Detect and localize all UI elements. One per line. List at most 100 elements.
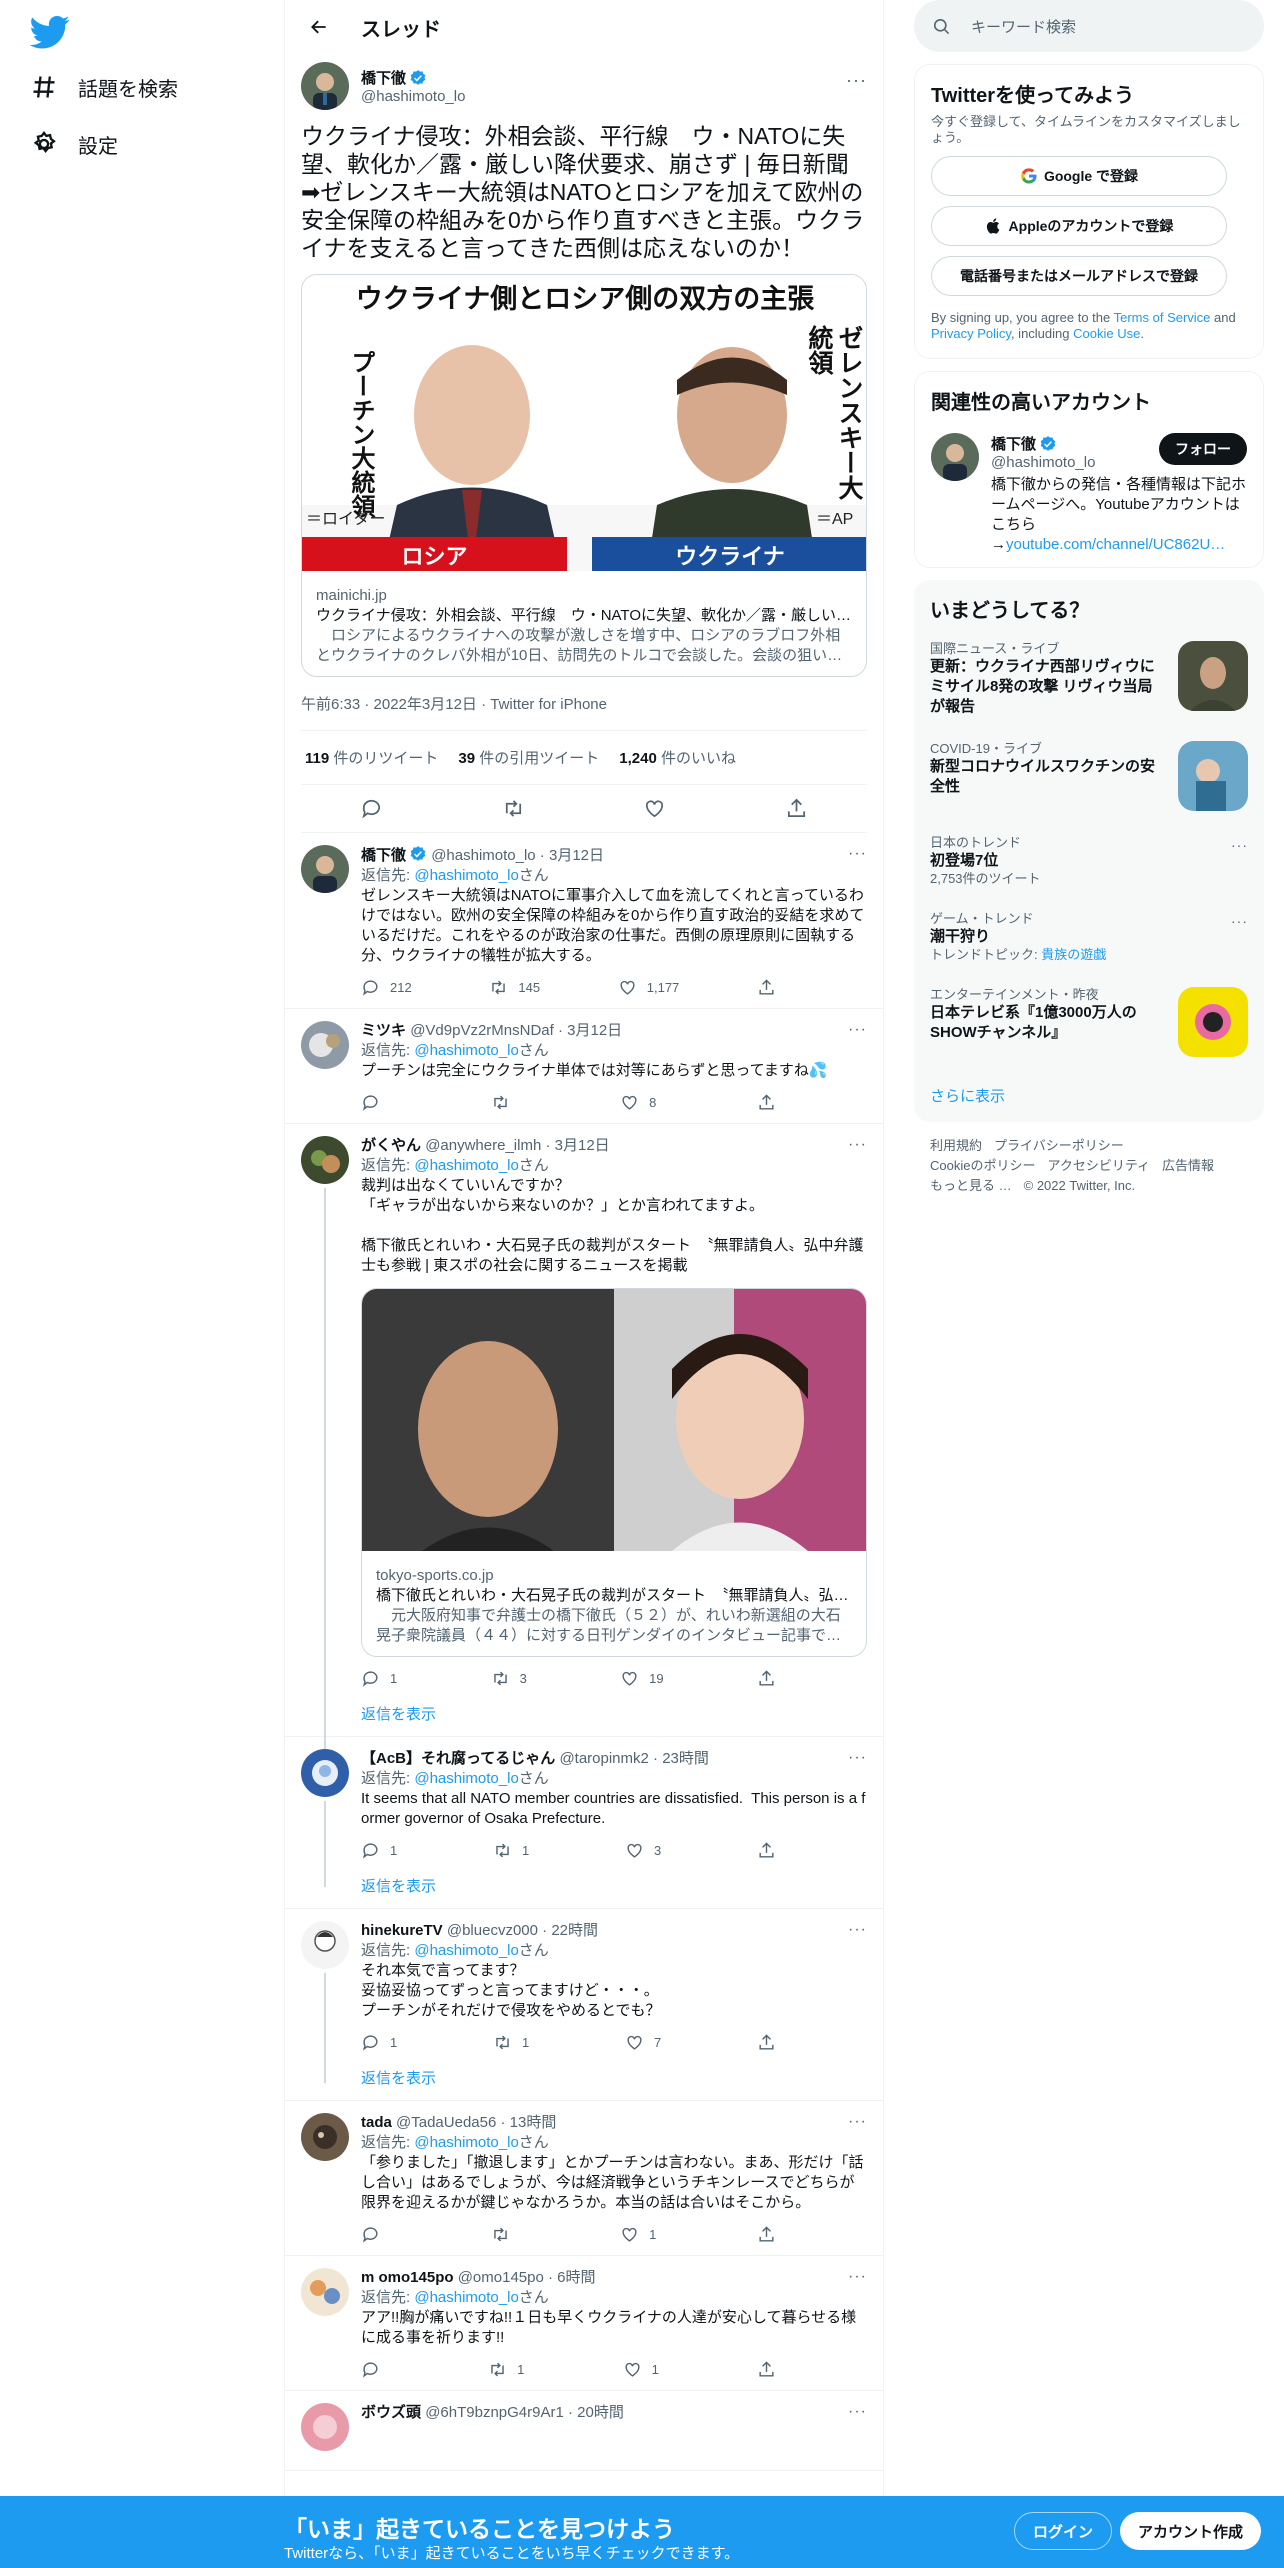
replying-to-link[interactable]: @hashimoto_lo <box>414 1942 518 1959</box>
retweet-button[interactable] <box>491 2225 520 2244</box>
reply-button[interactable]: 1 <box>361 1669 397 1688</box>
tweet-timestamp[interactable]: 午前6:33 · 2022年3月12日 · Twitter for iPhone <box>301 677 867 731</box>
show-replies-link[interactable]: 返信を表示 <box>361 2063 867 2100</box>
user-handle[interactable]: @hashimoto_lo <box>361 88 465 105</box>
avatar[interactable] <box>301 1136 349 1184</box>
avatar[interactable] <box>301 1921 349 1969</box>
retweet-button[interactable]: 145 <box>489 978 540 997</box>
cookie-use-link[interactable]: Cookie Use <box>1073 326 1140 341</box>
more-options-icon[interactable]: ··· <box>848 1921 867 1939</box>
footer-terms-link[interactable]: 利用規約 <box>930 1138 982 1153</box>
login-button[interactable]: ログイン <box>1014 2512 1113 2550</box>
reply-button[interactable] <box>361 2360 390 2379</box>
reply-button[interactable]: 212 <box>361 978 412 997</box>
like-button[interactable]: 3 <box>625 1841 661 1860</box>
share-button[interactable] <box>757 2360 786 2379</box>
avatar[interactable] <box>301 1749 349 1797</box>
related-handle[interactable]: @hashimoto_lo <box>991 454 1095 471</box>
reply-name[interactable]: 【AcB】それ腐ってるじゃん <box>361 1750 555 1767</box>
reply-name[interactable]: m omo145po <box>361 2269 454 2286</box>
retweet-icon[interactable] <box>502 797 525 820</box>
reply-icon[interactable] <box>360 797 383 820</box>
apple-signup-button[interactable]: Appleのアカウントで登録 <box>931 206 1227 246</box>
trend-item[interactable]: ゲーム・トレンド 潮干狩り トレンドトピック: 貴族の遊戯 ··· <box>914 899 1264 975</box>
reply-tweet[interactable]: m omo145po @omo145po · 6時間 返信先: @hashimo… <box>285 2256 883 2391</box>
retweet-button[interactable]: 1 <box>493 2033 529 2052</box>
replying-to-link[interactable]: @hashimoto_lo <box>414 1042 518 1059</box>
reply-tweet[interactable]: がくやん @anywhere_ilmh · 3月12日 返信先: @hashim… <box>285 1124 883 1788</box>
more-options-icon[interactable]: ··· <box>848 1136 867 1154</box>
reply-name[interactable]: tada <box>361 2114 392 2131</box>
like-button[interactable]: 7 <box>625 2033 661 2052</box>
trend-item[interactable]: 日本のトレンド 初登場7位 2,753件のツイート ··· <box>914 823 1264 899</box>
footer-cookie-link[interactable]: Cookieのポリシー <box>930 1158 1035 1173</box>
quote-count-link[interactable]: 39 件の引用ツイート <box>458 747 599 768</box>
nav-explore[interactable]: 話題を検索 <box>30 64 178 110</box>
reply-handle[interactable]: @taropinmk2 <box>559 1750 648 1767</box>
more-options-icon[interactable]: ··· <box>1231 837 1248 853</box>
reply-tweet[interactable]: hinekureTV @bluecvz000 · 22時間 返信先: @hash… <box>285 1909 883 2101</box>
more-options-icon[interactable]: ··· <box>846 70 867 91</box>
trend-item[interactable]: COVID-19・ライブ 新型コロナウイルスワクチンの安全性 <box>914 729 1264 823</box>
avatar[interactable] <box>301 62 349 110</box>
google-signup-button[interactable]: Google で登録 <box>931 156 1227 196</box>
reply-time[interactable]: 23時間 <box>662 1750 709 1767</box>
reply-name[interactable]: hinekureTV <box>361 1922 443 1939</box>
follow-button[interactable]: フォロー <box>1159 433 1247 465</box>
reply-button[interactable]: 1 <box>361 1841 397 1860</box>
replying-to-link[interactable]: @hashimoto_lo <box>414 2289 518 2306</box>
related-bio-link[interactable]: youtube.com/channel/UC862U… <box>1006 536 1225 553</box>
more-options-icon[interactable]: ··· <box>848 1749 867 1767</box>
replying-to-link[interactable]: @hashimoto_lo <box>414 1770 518 1787</box>
reply-button[interactable] <box>361 2225 390 2244</box>
like-icon[interactable] <box>643 797 666 820</box>
retweet-button[interactable]: 1 <box>493 1841 529 1860</box>
reply-name[interactable]: がくやん <box>361 1137 421 1154</box>
replying-to-link[interactable]: @hashimoto_lo <box>414 867 518 884</box>
reply-time[interactable]: 22時間 <box>551 1922 598 1939</box>
like-count-link[interactable]: 1,240 件のいいね <box>619 747 736 768</box>
reply-handle[interactable]: @bluecvz000 <box>447 1922 538 1939</box>
reply-tweet[interactable]: 橋下徹 @hashimoto_lo · 3月12日 返信先: @hashimot… <box>285 833 883 1009</box>
link-card[interactable]: ウクライナ側とロシア側の双方の主張 プーチン大統領 ゼレンスキー大統領 ＝ロイタ… <box>301 274 867 677</box>
share-button[interactable] <box>757 2033 786 2052</box>
reply-name[interactable]: 橋下徹 <box>361 847 406 864</box>
trend-topic-link[interactable]: 貴族の遊戯 <box>1041 947 1106 962</box>
share-button[interactable] <box>757 1841 786 1860</box>
show-replies-link[interactable]: 返信を表示 <box>361 1871 867 1908</box>
share-button[interactable] <box>757 1093 786 1112</box>
avatar[interactable] <box>931 433 979 481</box>
privacy-policy-link[interactable]: Privacy Policy <box>931 326 1011 341</box>
show-replies-link[interactable]: 返信を表示 <box>361 1699 867 1736</box>
share-button[interactable] <box>757 1669 786 1688</box>
like-button[interactable]: 8 <box>620 1093 656 1112</box>
more-options-icon[interactable]: ··· <box>1231 913 1248 929</box>
share-button[interactable] <box>757 978 786 997</box>
footer-privacy-link[interactable]: プライバシーポリシー <box>994 1138 1124 1153</box>
replying-to-link[interactable]: @hashimoto_lo <box>414 2134 518 2151</box>
footer-accessibility-link[interactable]: アクセシビリティ <box>1047 1158 1150 1173</box>
display-name[interactable]: 橋下徹 <box>361 67 406 88</box>
more-options-icon[interactable]: ··· <box>848 1021 867 1039</box>
related-name[interactable]: 橋下徹 <box>991 433 1036 454</box>
related-account[interactable]: 橋下徹 @hashimoto_lo フォロー 橋下徹からの発信・各種情報は下記ホ… <box>915 421 1263 567</box>
terms-of-service-link[interactable]: Terms of Service <box>1114 310 1211 325</box>
reply-time[interactable]: 20時間 <box>577 2404 624 2421</box>
reply-tweet[interactable]: ミツキ @Vd9pVz2rMnsNDaf · 3月12日 返信先: @hashi… <box>285 1009 883 1124</box>
share-button[interactable] <box>757 2225 786 2244</box>
nav-settings[interactable]: 設定 <box>30 121 118 167</box>
footer-more-link[interactable]: もっと見る … <box>930 1178 1012 1193</box>
reply-handle[interactable]: @Vd9pVz2rMnsNDaf <box>410 1022 554 1039</box>
show-more-trends-link[interactable]: さらに表示 <box>914 1069 1264 1122</box>
retweet-count-link[interactable]: 119 件のリツイート <box>305 747 438 768</box>
like-button[interactable]: 1 <box>620 2225 656 2244</box>
avatar[interactable] <box>301 845 349 893</box>
retweet-button[interactable]: 3 <box>491 1669 527 1688</box>
reply-handle[interactable]: @6hT9bznpG4r9Ar1 <box>425 2404 564 2421</box>
reply-handle[interactable]: @hashimoto_lo <box>431 847 535 864</box>
more-options-icon[interactable]: ··· <box>848 2113 867 2131</box>
more-options-icon[interactable]: ··· <box>848 845 867 863</box>
more-options-icon[interactable]: ··· <box>848 2268 867 2286</box>
reply-name[interactable]: ミツキ <box>361 1022 406 1039</box>
reply-button[interactable]: 1 <box>361 2033 397 2052</box>
